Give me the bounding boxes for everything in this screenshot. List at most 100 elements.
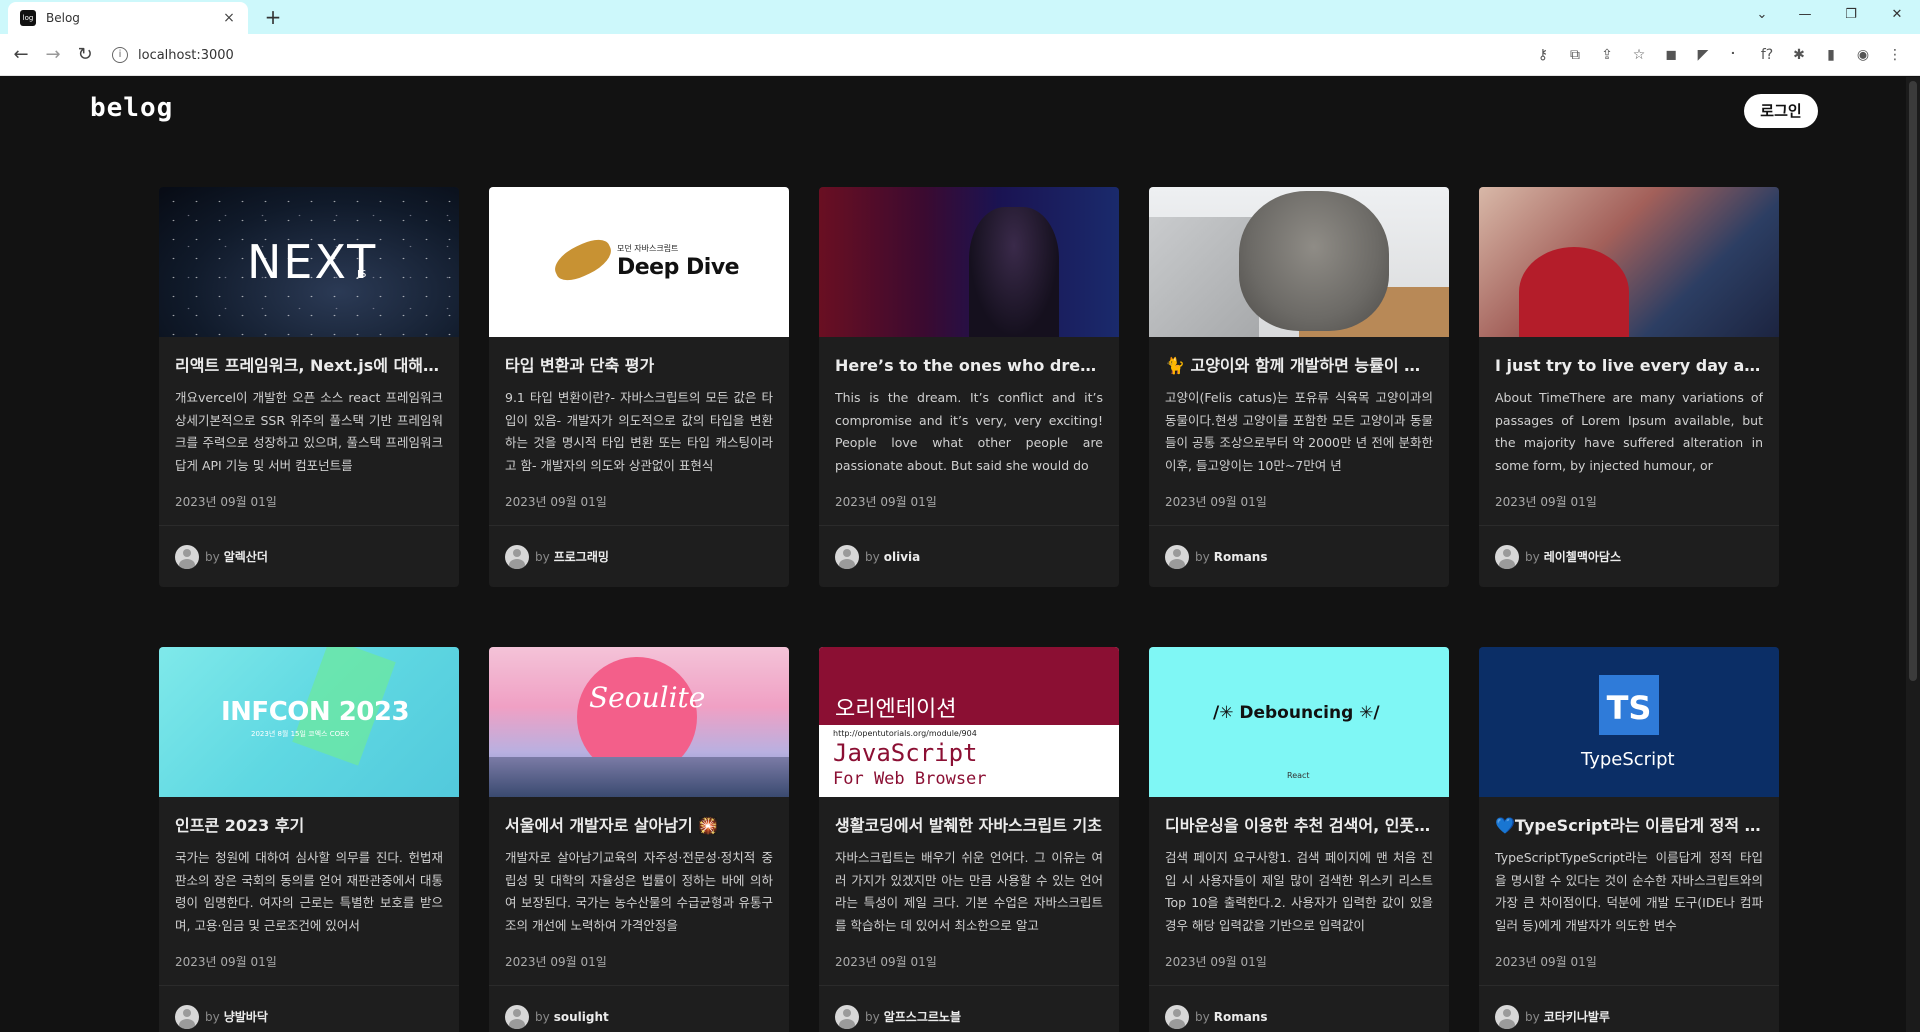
avatar-icon[interactable] bbox=[175, 544, 199, 569]
avatar-icon[interactable] bbox=[175, 1004, 199, 1029]
ext-dots-icon[interactable]: ⠂ bbox=[1722, 42, 1748, 68]
scroll-thumb[interactable] bbox=[1909, 81, 1917, 681]
post-title[interactable]: 리액트 프레임워크, Next.js에 대해 알아보자 bbox=[175, 355, 443, 377]
post-card[interactable]: 오리엔테이션 http://opentutorials.org/module/90… bbox=[819, 647, 1119, 1032]
photo-cat bbox=[1239, 191, 1389, 331]
post-date: 2023년 09월 01일 bbox=[1165, 495, 1267, 509]
post-thumbnail[interactable]: INFCON 2023 2023년 8월 15일 코엑스 COEX bbox=[159, 647, 459, 797]
post-thumbnail[interactable]: /✳ Debouncing ✳/ React bbox=[1149, 647, 1449, 797]
post-title[interactable]: 디바운싱을 이용한 추천 검색어, 인풋 최적화 bbox=[1165, 815, 1433, 837]
post-date: 2023년 09월 01일 bbox=[505, 955, 607, 969]
by-label: by bbox=[1195, 1009, 1210, 1024]
post-thumbnail[interactable] bbox=[1149, 187, 1449, 337]
tab-search-icon[interactable]: ⌄ bbox=[1742, 0, 1782, 30]
avatar-icon[interactable] bbox=[1495, 544, 1519, 569]
post-author[interactable]: olivia bbox=[884, 550, 921, 564]
post-card[interactable]: 모던 자바스크립트 Deep Dive 타입 변환과 단축 평가 9.1 타입 변… bbox=[489, 187, 789, 587]
ext-badge-icon[interactable]: ◤ bbox=[1690, 42, 1716, 68]
post-author[interactable]: 코타키나발루 bbox=[1544, 1008, 1610, 1025]
star-icon[interactable]: ☆ bbox=[1626, 42, 1652, 68]
minimize-button[interactable]: — bbox=[1782, 0, 1828, 30]
thumb-text: 2023년 8월 15일 코엑스 COEX bbox=[251, 730, 350, 738]
avatar-icon[interactable] bbox=[1165, 544, 1189, 569]
avatar-icon[interactable] bbox=[505, 544, 529, 569]
ext-red-icon[interactable]: ◼ bbox=[1658, 42, 1684, 68]
post-author[interactable]: Romans bbox=[1214, 1010, 1268, 1024]
site-logo[interactable]: belog bbox=[90, 93, 173, 123]
post-author[interactable]: 레이첼맥아담스 bbox=[1544, 548, 1621, 565]
key-icon[interactable]: ⚷ bbox=[1530, 42, 1556, 68]
post-thumbnail[interactable]: NEXT JS bbox=[159, 187, 459, 337]
avatar-icon[interactable] bbox=[505, 1004, 529, 1029]
post-card[interactable]: Seoulite 서울에서 개발자로 살아남기 🎇 개발자로 살아남기교육의 자… bbox=[489, 647, 789, 1032]
function-icon[interactable]: f? bbox=[1754, 42, 1780, 68]
post-author[interactable]: 프로그래밍 bbox=[554, 548, 609, 565]
address-bar[interactable]: i localhost:3000 bbox=[112, 40, 1502, 70]
by-label: by bbox=[205, 1009, 220, 1024]
thumb-text: Seoulite bbox=[589, 681, 706, 714]
post-title[interactable]: 생활코딩에서 발췌한 자바스크립트 기초 bbox=[835, 815, 1103, 837]
scrollbar[interactable] bbox=[1906, 77, 1920, 1032]
post-author[interactable]: Romans bbox=[1214, 550, 1268, 564]
share-icon[interactable]: ⇪ bbox=[1594, 42, 1620, 68]
back-button[interactable]: ← bbox=[8, 42, 34, 68]
post-card[interactable]: NEXTJS 리액트 프레임워크, Next.js에 대해 알아보자 개요ver… bbox=[159, 187, 459, 587]
forward-button[interactable]: → bbox=[40, 42, 66, 68]
new-tab-button[interactable]: + bbox=[260, 4, 286, 30]
post-thumbnail[interactable]: 오리엔테이션 http://opentutorials.org/module/90… bbox=[819, 647, 1119, 797]
post-title[interactable]: 🐈 고양이와 함께 개발하면 능률이 오를까 bbox=[1165, 355, 1433, 377]
post-thumbnail[interactable]: TS TypeScript bbox=[1479, 647, 1779, 797]
post-card[interactable]: Here’s to the ones who dream, foolish as… bbox=[819, 187, 1119, 587]
extension-icons: ⚷ ⧉ ⇪ ☆ ◼ ◤ ⠂ f? ✱ ▮ ◉ ⋮ bbox=[1530, 42, 1908, 68]
post-thumbnail[interactable] bbox=[819, 187, 1119, 337]
post-author[interactable]: 냥발바닥 bbox=[224, 1008, 268, 1025]
post-title[interactable]: 서울에서 개발자로 살아남기 🎇 bbox=[505, 815, 773, 837]
profile-icon[interactable]: ◉ bbox=[1850, 42, 1876, 68]
post-footer: by 레이첼맥아담스 bbox=[1479, 525, 1779, 587]
post-title[interactable]: 타입 변환과 단축 평가 bbox=[505, 355, 773, 377]
post-thumbnail[interactable] bbox=[1479, 187, 1779, 337]
post-author[interactable]: 알프스그르노블 bbox=[884, 1008, 961, 1025]
post-date: 2023년 09월 01일 bbox=[1165, 955, 1267, 969]
avatar-icon[interactable] bbox=[835, 1004, 859, 1029]
info-icon[interactable]: i bbox=[112, 47, 128, 63]
puzzle-icon[interactable]: ✱ bbox=[1786, 42, 1812, 68]
browser-tab[interactable]: log Belog × bbox=[8, 2, 248, 34]
thumb-text: 오리엔테이션 bbox=[835, 697, 957, 722]
sidepanel-icon[interactable]: ▮ bbox=[1818, 42, 1844, 68]
url-text[interactable]: localhost:3000 bbox=[138, 48, 234, 63]
post-title[interactable]: Here’s to the ones who dream, foolish as… bbox=[835, 355, 1103, 377]
thumb-text: TypeScript bbox=[1581, 749, 1675, 770]
by-label: by bbox=[865, 1009, 880, 1024]
tab-close-icon[interactable]: × bbox=[220, 10, 238, 26]
post-footer: by 알프스그르노블 bbox=[819, 985, 1119, 1032]
post-description: 개발자로 살아남기교육의 자주성·전문성·정치적 중립성 및 대학의 자율성은 … bbox=[505, 850, 773, 933]
login-button[interactable]: 로그인 bbox=[1744, 94, 1818, 128]
restore-button[interactable]: ❐ bbox=[1828, 0, 1874, 30]
avatar-icon[interactable] bbox=[1495, 1004, 1519, 1029]
post-card[interactable]: /✳ Debouncing ✳/ React 디바운싱을 이용한 추천 검색어, … bbox=[1149, 647, 1449, 1032]
post-card[interactable]: TS TypeScript 💙TypeScript라는 이름답게 정적 타입 Ty… bbox=[1479, 647, 1779, 1032]
thumb-text: JS bbox=[357, 269, 367, 280]
post-title[interactable]: 💙TypeScript라는 이름답게 정적 타입 bbox=[1495, 815, 1763, 837]
post-title[interactable]: I just try to live every day as if I've … bbox=[1495, 355, 1763, 377]
thumb-text: /✳ Debouncing ✳/ bbox=[1213, 703, 1380, 723]
post-author[interactable]: soulight bbox=[554, 1010, 609, 1024]
by-label: by bbox=[1195, 549, 1210, 564]
translate-icon[interactable]: ⧉ bbox=[1562, 42, 1588, 68]
post-thumbnail[interactable]: Seoulite bbox=[489, 647, 789, 797]
post-title[interactable]: 인프콘 2023 후기 bbox=[175, 815, 443, 837]
post-card[interactable]: 🐈 고양이와 함께 개발하면 능률이 오를까 고양이(Felis catus)는… bbox=[1149, 187, 1449, 587]
post-thumbnail[interactable]: 모던 자바스크립트 Deep Dive bbox=[489, 187, 789, 337]
reload-button[interactable]: ↻ bbox=[72, 42, 98, 68]
post-card[interactable]: I just try to live every day as if I've … bbox=[1479, 187, 1779, 587]
post-description: This is the dream. It’s conflict and it’… bbox=[835, 390, 1103, 473]
thumb-text: For Web Browser bbox=[833, 769, 987, 789]
avatar-icon[interactable] bbox=[835, 544, 859, 569]
post-author[interactable]: 알렉산더 bbox=[224, 548, 268, 565]
menu-icon[interactable]: ⋮ bbox=[1882, 42, 1908, 68]
close-window-button[interactable]: ✕ bbox=[1874, 0, 1920, 30]
post-card[interactable]: INFCON 2023 2023년 8월 15일 코엑스 COEX 인프콘 202… bbox=[159, 647, 459, 1032]
avatar-icon[interactable] bbox=[1165, 1004, 1189, 1029]
favicon-icon: log bbox=[20, 10, 36, 26]
